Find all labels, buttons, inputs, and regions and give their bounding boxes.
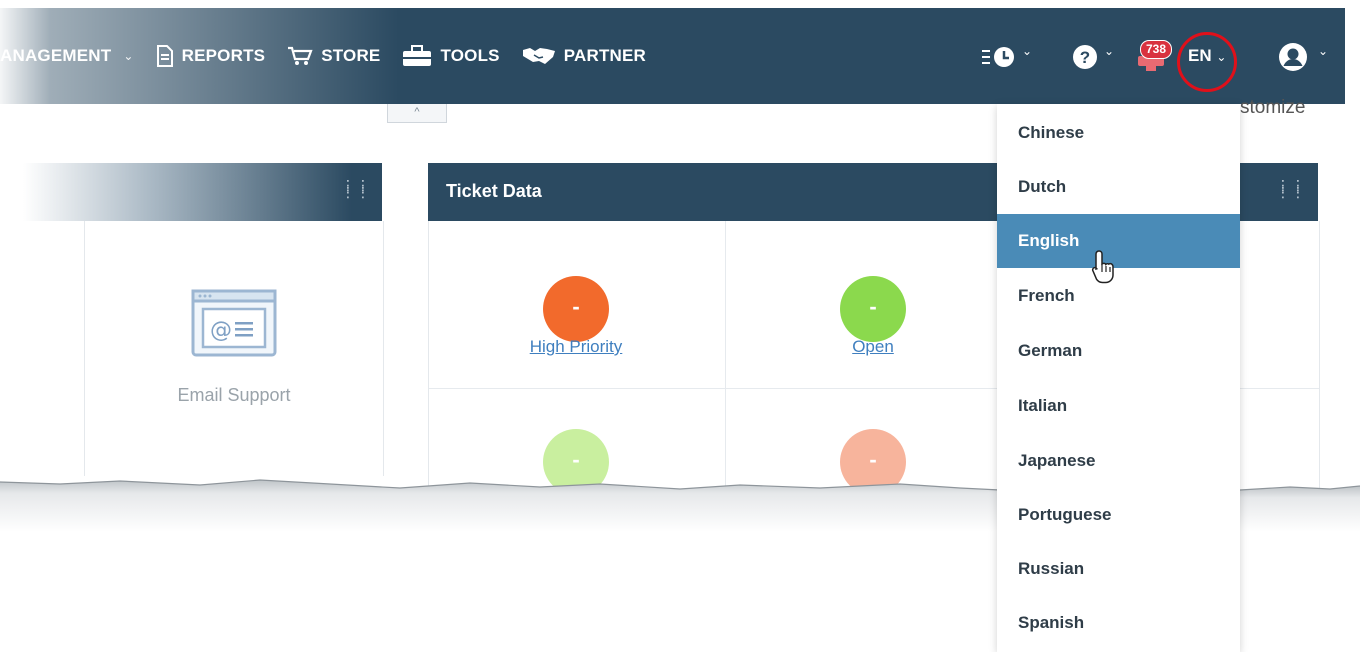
language-option-spanish[interactable]: Spanish bbox=[997, 596, 1240, 650]
notifications-badge: 738 bbox=[1140, 40, 1173, 59]
email-support-card[interactable]: @ Email Support bbox=[84, 221, 384, 476]
nav-tools[interactable]: TOOLS bbox=[402, 45, 500, 67]
language-option-japanese[interactable]: Japanese bbox=[997, 434, 1240, 488]
chevron-down-icon: ⌄ bbox=[1022, 44, 1033, 58]
ticket-count[interactable]: - bbox=[840, 429, 906, 495]
handshake-icon bbox=[522, 48, 555, 64]
nav-partner[interactable]: PARTNER bbox=[522, 45, 646, 67]
help-menu[interactable]: ? ⌄ bbox=[1072, 44, 1124, 70]
ticket-count[interactable]: - bbox=[543, 429, 609, 495]
svg-text:?: ? bbox=[1080, 48, 1090, 67]
history-menu[interactable]: ⌄ bbox=[982, 44, 1034, 70]
chevron-down-icon: ⌄ bbox=[123, 49, 134, 63]
cart-icon bbox=[288, 46, 313, 65]
collapse-header-tab[interactable]: ^ bbox=[387, 104, 447, 123]
support-panel-header: ⋮⋮ ⋮⋮ bbox=[0, 163, 382, 221]
support-panel: ⋮⋮ ⋮⋮ @ Email Support bbox=[0, 163, 384, 493]
main-nav: ANAGEMENT ⌄ REPORTS STORE TOOLS PARTNER bbox=[0, 8, 646, 104]
open-link[interactable]: Open bbox=[723, 337, 1023, 357]
nav-tools-label: TOOLS bbox=[440, 46, 500, 65]
svg-text:@: @ bbox=[210, 318, 232, 343]
drag-handle-icon[interactable]: ⋮⋮ ⋮⋮ bbox=[341, 178, 371, 199]
email-support-label: Email Support bbox=[177, 385, 291, 405]
open-count[interactable]: - bbox=[840, 276, 906, 342]
language-option-chinese[interactable]: Chinese bbox=[997, 106, 1240, 160]
nav-store[interactable]: STORE bbox=[287, 45, 380, 67]
document-icon bbox=[156, 45, 173, 67]
customize-link[interactable]: stomize bbox=[1240, 97, 1305, 119]
email-icon: @ bbox=[191, 289, 277, 357]
annotation-highlight-circle bbox=[1177, 32, 1237, 92]
toolbox-icon bbox=[403, 45, 432, 66]
high-priority-count[interactable]: - bbox=[543, 276, 609, 342]
panel-title: Ticket Data bbox=[446, 181, 542, 201]
nav-reports[interactable]: REPORTS bbox=[156, 45, 266, 67]
grid-divider bbox=[725, 221, 726, 493]
nav-management-label: ANAGEMENT bbox=[0, 46, 112, 65]
nav-partner-label: PARTNER bbox=[563, 46, 647, 65]
nav-reports-label: REPORTS bbox=[181, 46, 266, 65]
chevron-down-icon: ⌄ bbox=[1104, 44, 1115, 58]
top-navigation-bar: ANAGEMENT ⌄ REPORTS STORE TOOLS PARTNER … bbox=[0, 8, 1345, 104]
drag-handle-icon[interactable]: ⋮⋮ ⋮⋮ bbox=[1276, 178, 1306, 199]
language-option-german[interactable]: German bbox=[997, 324, 1240, 378]
nav-store-label: STORE bbox=[321, 46, 381, 65]
chevron-down-icon: ⌄ bbox=[1318, 44, 1329, 58]
history-clock-icon bbox=[982, 47, 1014, 67]
user-menu[interactable]: ⌄ bbox=[1278, 42, 1338, 72]
high-priority-link[interactable]: High Priority bbox=[426, 337, 726, 357]
language-option-dutch[interactable]: Dutch bbox=[997, 160, 1240, 214]
nav-management[interactable]: ANAGEMENT ⌄ bbox=[0, 46, 134, 66]
language-option-italian[interactable]: Italian bbox=[997, 379, 1240, 433]
user-avatar-icon bbox=[1279, 43, 1307, 71]
hand-cursor-icon bbox=[1091, 250, 1114, 284]
language-dropdown: Chinese Dutch English French German Ital… bbox=[997, 104, 1240, 652]
help-icon: ? bbox=[1073, 45, 1097, 69]
language-option-russian[interactable]: Russian bbox=[997, 542, 1240, 596]
language-option-portuguese[interactable]: Portuguese bbox=[997, 488, 1240, 542]
